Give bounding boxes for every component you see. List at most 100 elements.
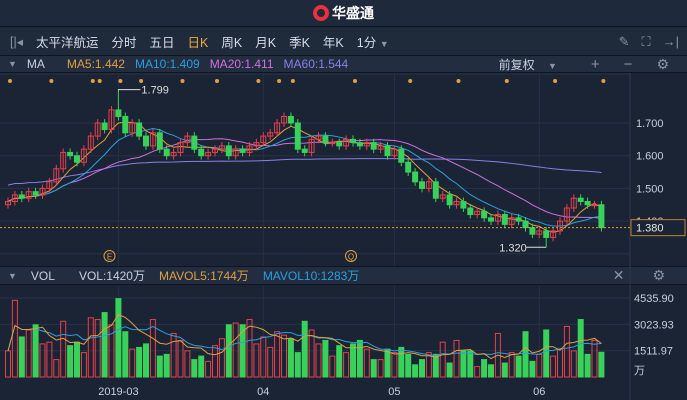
candle-up	[453, 200, 460, 206]
candle-down	[115, 109, 122, 117]
x-tick-label: 05	[388, 386, 400, 398]
chevron-down-icon: ▼	[379, 39, 389, 49]
logo-icon	[313, 5, 329, 21]
volume-bar-down	[322, 339, 329, 378]
candle-down	[577, 197, 584, 202]
event-dot	[504, 79, 509, 83]
tab-weekly-k[interactable]: 周K	[221, 32, 242, 51]
candle-up	[129, 122, 136, 134]
volume-bar-up	[329, 355, 336, 378]
candle-up	[149, 132, 156, 147]
tab-daily-k[interactable]: 日K	[188, 32, 209, 51]
candle-up	[170, 151, 177, 157]
vol-header: ▼ VOL VOL:1420万 MAVOL5:1744万 MAVOL10:128…	[0, 266, 687, 285]
volume-bar-up	[343, 352, 350, 378]
volume-bar-down	[529, 360, 536, 378]
volume-bar-up	[53, 359, 60, 378]
candle-down	[122, 115, 129, 134]
candle-up	[53, 168, 60, 183]
plus-icon[interactable]: +	[591, 56, 600, 73]
volume-bar-down	[446, 362, 453, 378]
tab-five-day[interactable]: 五日	[150, 32, 175, 51]
price-tick-label: 1.400	[636, 216, 664, 228]
volume-bar-down	[584, 353, 591, 378]
candle-down	[356, 142, 363, 147]
candle-up	[281, 115, 287, 124]
adjust-value: 前复权	[498, 57, 535, 72]
candle-up	[474, 210, 481, 216]
candle-down	[136, 122, 143, 137]
collapse-ma-icon[interactable]: ▼	[8, 59, 17, 69]
volume-bar-up	[474, 366, 481, 378]
candle-up	[439, 194, 446, 199]
collapse-vol-icon[interactable]: ▼	[8, 271, 17, 281]
current-price-box	[630, 219, 686, 237]
candle-up	[177, 142, 184, 153]
candle-up	[11, 194, 18, 202]
candle-up	[5, 200, 11, 206]
candle-up	[563, 207, 570, 222]
settings-icon[interactable]: ⚙	[652, 267, 665, 284]
candle-down	[143, 135, 149, 147]
candle-down	[18, 194, 25, 199]
event-marker-icon	[345, 250, 357, 262]
candle-down	[336, 142, 343, 147]
event-dot	[49, 79, 54, 83]
candle-down	[598, 204, 605, 229]
adjust-dropdown[interactable]: 前复权 ▼	[499, 56, 567, 73]
candle-down	[432, 181, 439, 199]
exit-icon[interactable]: →|	[663, 34, 679, 50]
interval-dropdown[interactable]: 1分 ▼	[357, 32, 389, 51]
volume-bar-down	[136, 346, 143, 378]
volume-bar-up	[557, 348, 563, 378]
price-tick-label: 1.500	[636, 183, 664, 195]
candle-down	[225, 145, 232, 157]
x-tick-label: 06	[533, 386, 545, 398]
volume-bar-up	[205, 360, 212, 378]
mavol5-line	[7, 314, 602, 360]
candle-down	[398, 148, 405, 163]
volume-bar-down	[115, 298, 122, 378]
candle-down	[322, 135, 329, 144]
volume-bar-up	[274, 331, 281, 378]
candle-down	[412, 171, 419, 183]
candle-up	[94, 122, 101, 137]
tab-quarterly-k[interactable]: 季K	[289, 32, 310, 51]
close-icon[interactable]: ✕	[613, 267, 625, 284]
tab-intraday[interactable]: 分时	[112, 32, 137, 51]
ma20-value: MA20:1.411	[209, 57, 274, 71]
ma-header: ▼ MA MA5:1.442 MA10:1.409 MA20:1.411 MA6…	[0, 56, 687, 73]
volume-bar-down	[191, 359, 198, 378]
volume-bar-down	[67, 345, 74, 378]
candle-up	[80, 148, 87, 163]
volume-bar-up	[108, 324, 115, 378]
volume-bar-up	[570, 350, 577, 378]
candle-down	[515, 217, 522, 222]
settings-icon[interactable]: ⚙	[656, 56, 669, 73]
candle-up	[391, 148, 398, 157]
fullscreen-icon[interactable]: ⛶	[642, 34, 651, 50]
stock-name: 太平洋航运	[36, 36, 99, 50]
x-tick-label: 2019-03	[98, 386, 138, 398]
event-dot	[353, 79, 357, 83]
volume-bar-down	[398, 346, 405, 378]
volume-bar-up	[508, 352, 515, 378]
volume-bar-down	[405, 353, 412, 378]
minus-icon[interactable]: −	[624, 56, 633, 73]
pencil-icon[interactable]: ✎	[619, 34, 630, 50]
candle-down	[370, 142, 377, 150]
price-tick-label: 1.700	[636, 118, 664, 130]
tab-monthly-k[interactable]: 月K	[255, 32, 276, 51]
volume-bar-up	[563, 325, 570, 378]
candle-up	[253, 142, 260, 147]
collapse-sidebar-icon[interactable]: [|◂	[10, 34, 23, 49]
ma60-line	[7, 158, 602, 186]
candle-down	[191, 135, 198, 150]
tab-yearly-k[interactable]: 年K	[323, 32, 344, 51]
max-marker-line	[117, 89, 141, 91]
candle-up	[425, 181, 432, 189]
candle-up	[536, 230, 543, 235]
max-price-label: 1.799	[141, 85, 169, 97]
ma20-line	[7, 138, 602, 219]
event-dot	[256, 79, 261, 83]
